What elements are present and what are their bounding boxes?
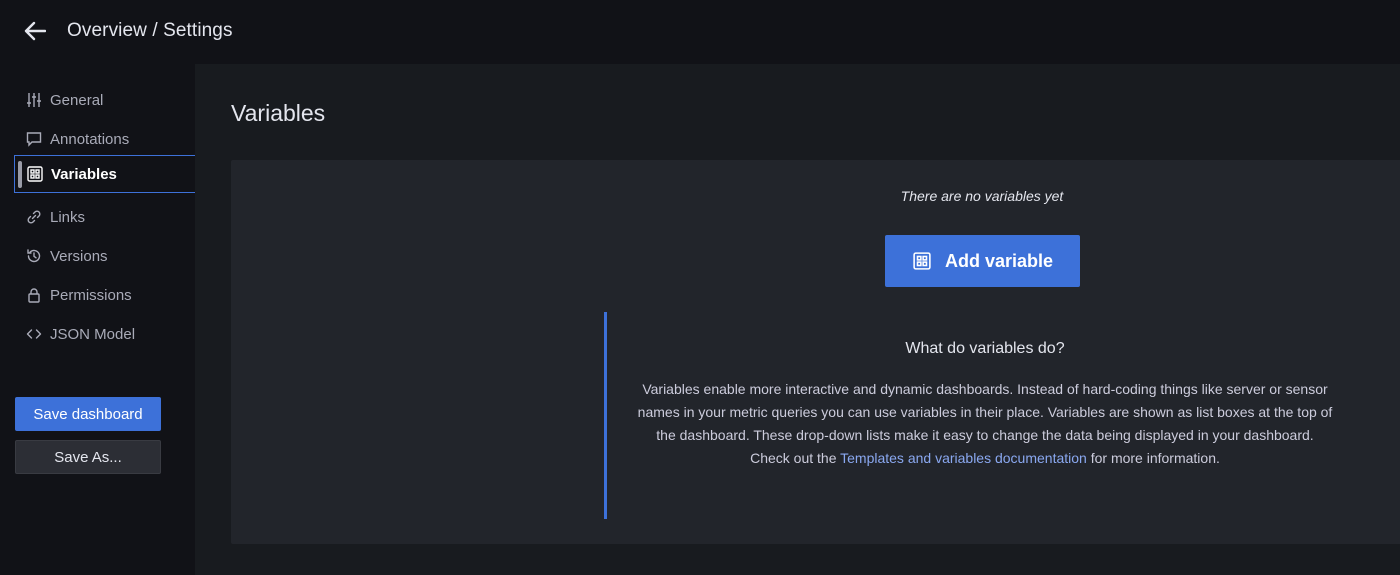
- sidebar-item-variables[interactable]: Variables: [14, 155, 198, 193]
- sidebar-item-annotations[interactable]: Annotations: [14, 120, 198, 158]
- sidebar-item-links[interactable]: Links: [14, 198, 198, 236]
- lock-icon: [24, 285, 44, 305]
- variable-grid-icon: [912, 251, 932, 271]
- link-icon: [24, 207, 44, 227]
- info-body-text-end: for more information.: [1086, 450, 1220, 466]
- sidebar-item-general[interactable]: General: [14, 81, 198, 119]
- info-body: Variables enable more interactive and dy…: [635, 378, 1335, 470]
- sidebar-item-json-model[interactable]: JSON Model: [14, 315, 198, 353]
- back-arrow-icon[interactable]: [18, 14, 52, 48]
- add-variable-label: Add variable: [944, 250, 1054, 271]
- history-icon: [24, 246, 44, 266]
- sidebar-item-label: Annotations: [50, 130, 130, 148]
- sliders-icon: [24, 90, 44, 110]
- variable-grid-icon: [25, 164, 45, 184]
- sidebar-item-label: JSON Model: [50, 325, 136, 343]
- sidebar-item-label: Links: [50, 208, 86, 226]
- top-bar: Overview / Settings: [0, 0, 1400, 64]
- save-as-button[interactable]: Save As...: [15, 440, 161, 474]
- code-icon: [24, 324, 44, 344]
- sidebar-item-label: Variables: [51, 165, 117, 183]
- comment-icon: [24, 129, 44, 149]
- info-callout: What do variables do? Variables enable m…: [604, 312, 1364, 519]
- save-dashboard-button[interactable]: Save dashboard: [15, 397, 161, 431]
- add-variable-button[interactable]: Add variable: [885, 235, 1080, 287]
- settings-sidebar: General Annotations Variables Links Vers…: [0, 64, 198, 575]
- sidebar-item-permissions[interactable]: Permissions: [14, 276, 198, 314]
- variables-empty-state: There are no variables yet Add variable …: [231, 160, 1400, 544]
- sidebar-item-label: Permissions: [50, 286, 132, 304]
- settings-content: Variables There are no variables yet Add…: [195, 64, 1400, 575]
- sidebar-item-label: Versions: [50, 247, 108, 265]
- sidebar-item-label: General: [50, 91, 104, 109]
- page-title: Overview / Settings: [67, 20, 233, 41]
- section-title: Variables: [231, 100, 326, 126]
- documentation-link[interactable]: Templates and variables documentation: [840, 450, 1087, 466]
- empty-state-text: There are no variables yet: [900, 188, 1064, 204]
- info-title: What do variables do?: [905, 340, 1065, 357]
- sidebar-item-versions[interactable]: Versions: [14, 237, 198, 275]
